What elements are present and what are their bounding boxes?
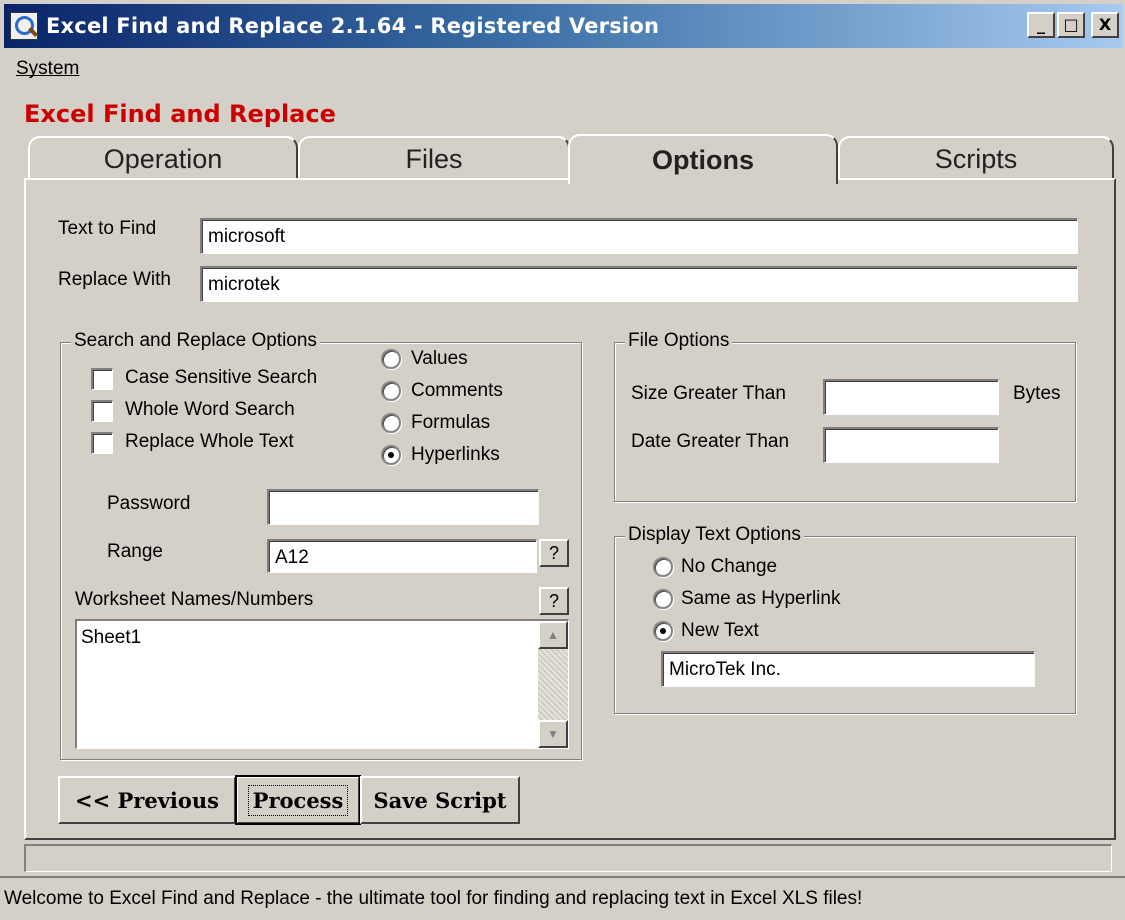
tab-files[interactable]: Files: [298, 136, 570, 180]
new-text-radio[interactable]: [653, 621, 673, 641]
range-help-button[interactable]: ?: [539, 539, 569, 567]
menu-system[interactable]: System: [16, 58, 79, 79]
save-script-button[interactable]: Save Script: [360, 776, 520, 824]
range-label: Range: [107, 541, 163, 562]
whole-word-label: Whole Word Search: [125, 399, 295, 420]
case-sensitive-checkbox[interactable]: [91, 368, 113, 390]
new-text-label: New Text: [681, 620, 759, 641]
magnifier-app-icon: [10, 12, 38, 40]
minimize-button[interactable]: _: [1027, 12, 1055, 38]
same-as-hyperlink-radio[interactable]: [653, 589, 673, 609]
tab-scripts[interactable]: Scripts: [838, 136, 1114, 180]
title-bar[interactable]: Excel Find and Replace 2.1.64 - Register…: [4, 4, 1123, 48]
hyperlinks-radio[interactable]: [381, 445, 401, 465]
formulas-radio[interactable]: [381, 413, 401, 433]
case-sensitive-label: Case Sensitive Search: [125, 367, 318, 388]
same-as-hyperlink-label: Same as Hyperlink: [681, 588, 841, 609]
replace-whole-text-label: Replace Whole Text: [125, 431, 294, 452]
no-change-radio[interactable]: [653, 557, 673, 577]
display-options-title: Display Text Options: [625, 524, 804, 546]
formulas-label: Formulas: [411, 412, 491, 433]
scroll-down-arrow-icon[interactable]: ▼: [538, 720, 568, 748]
previous-button[interactable]: << Previous: [58, 776, 236, 824]
list-item[interactable]: Sheet1: [81, 627, 141, 649]
replace-whole-text-checkbox[interactable]: [91, 432, 113, 454]
tab-options[interactable]: Options: [568, 134, 838, 184]
comments-label: Comments: [411, 380, 503, 401]
file-options-title: File Options: [625, 330, 733, 352]
worksheet-help-button[interactable]: ?: [539, 587, 569, 615]
range-input[interactable]: A12: [267, 539, 537, 573]
main-window: Excel Find and Replace 2.1.64 - Register…: [0, 0, 1125, 920]
worksheet-scrollbar[interactable]: ▲ ▼: [538, 621, 568, 748]
display-options-group: Display Text Options No Change Same as H…: [614, 524, 1076, 714]
window-controls: _ □ X: [1027, 12, 1119, 38]
find-input[interactable]: microsoft: [200, 218, 1078, 254]
replace-label: Replace With: [58, 269, 171, 290]
worksheet-label: Worksheet Names/Numbers: [75, 589, 314, 610]
size-label: Size Greater Than: [631, 383, 786, 404]
whole-word-checkbox[interactable]: [91, 400, 113, 422]
date-input[interactable]: [823, 427, 999, 463]
password-label: Password: [107, 493, 191, 514]
app-heading: Excel Find and Replace: [24, 100, 336, 128]
menu-bar: System: [16, 58, 79, 80]
worksheet-list[interactable]: Sheet1 ▲ ▼: [75, 619, 569, 749]
size-unit-label: Bytes: [1013, 383, 1061, 404]
search-options-group: Search and Replace Options Case Sensitiv…: [60, 330, 582, 760]
find-label: Text to Find: [58, 218, 157, 239]
date-label: Date Greater Than: [631, 431, 790, 452]
new-text-input[interactable]: MicroTek Inc.: [661, 651, 1035, 687]
search-options-title: Search and Replace Options: [71, 330, 320, 352]
hyperlinks-label: Hyperlinks: [411, 444, 500, 465]
values-label: Values: [411, 348, 468, 369]
status-bar: Welcome to Excel Find and Replace - the …: [0, 876, 1125, 920]
scroll-up-arrow-icon[interactable]: ▲: [538, 621, 568, 649]
progress-bar: [24, 844, 1112, 872]
tab-operation[interactable]: Operation: [28, 136, 298, 180]
password-input[interactable]: [267, 489, 539, 525]
window-title: Excel Find and Replace 2.1.64 - Register…: [46, 14, 660, 38]
options-panel: Text to Find microsoft Replace With micr…: [24, 178, 1116, 840]
process-button-label: Process: [247, 784, 349, 816]
values-radio[interactable]: [381, 349, 401, 369]
no-change-label: No Change: [681, 556, 778, 577]
process-button[interactable]: Process: [235, 775, 361, 825]
size-input[interactable]: [823, 379, 999, 415]
maximize-button[interactable]: □: [1057, 12, 1085, 38]
close-button[interactable]: X: [1091, 12, 1119, 38]
file-options-group: File Options Size Greater Than Bytes Dat…: [614, 330, 1076, 502]
comments-radio[interactable]: [381, 381, 401, 401]
replace-input[interactable]: microtek: [200, 266, 1078, 302]
